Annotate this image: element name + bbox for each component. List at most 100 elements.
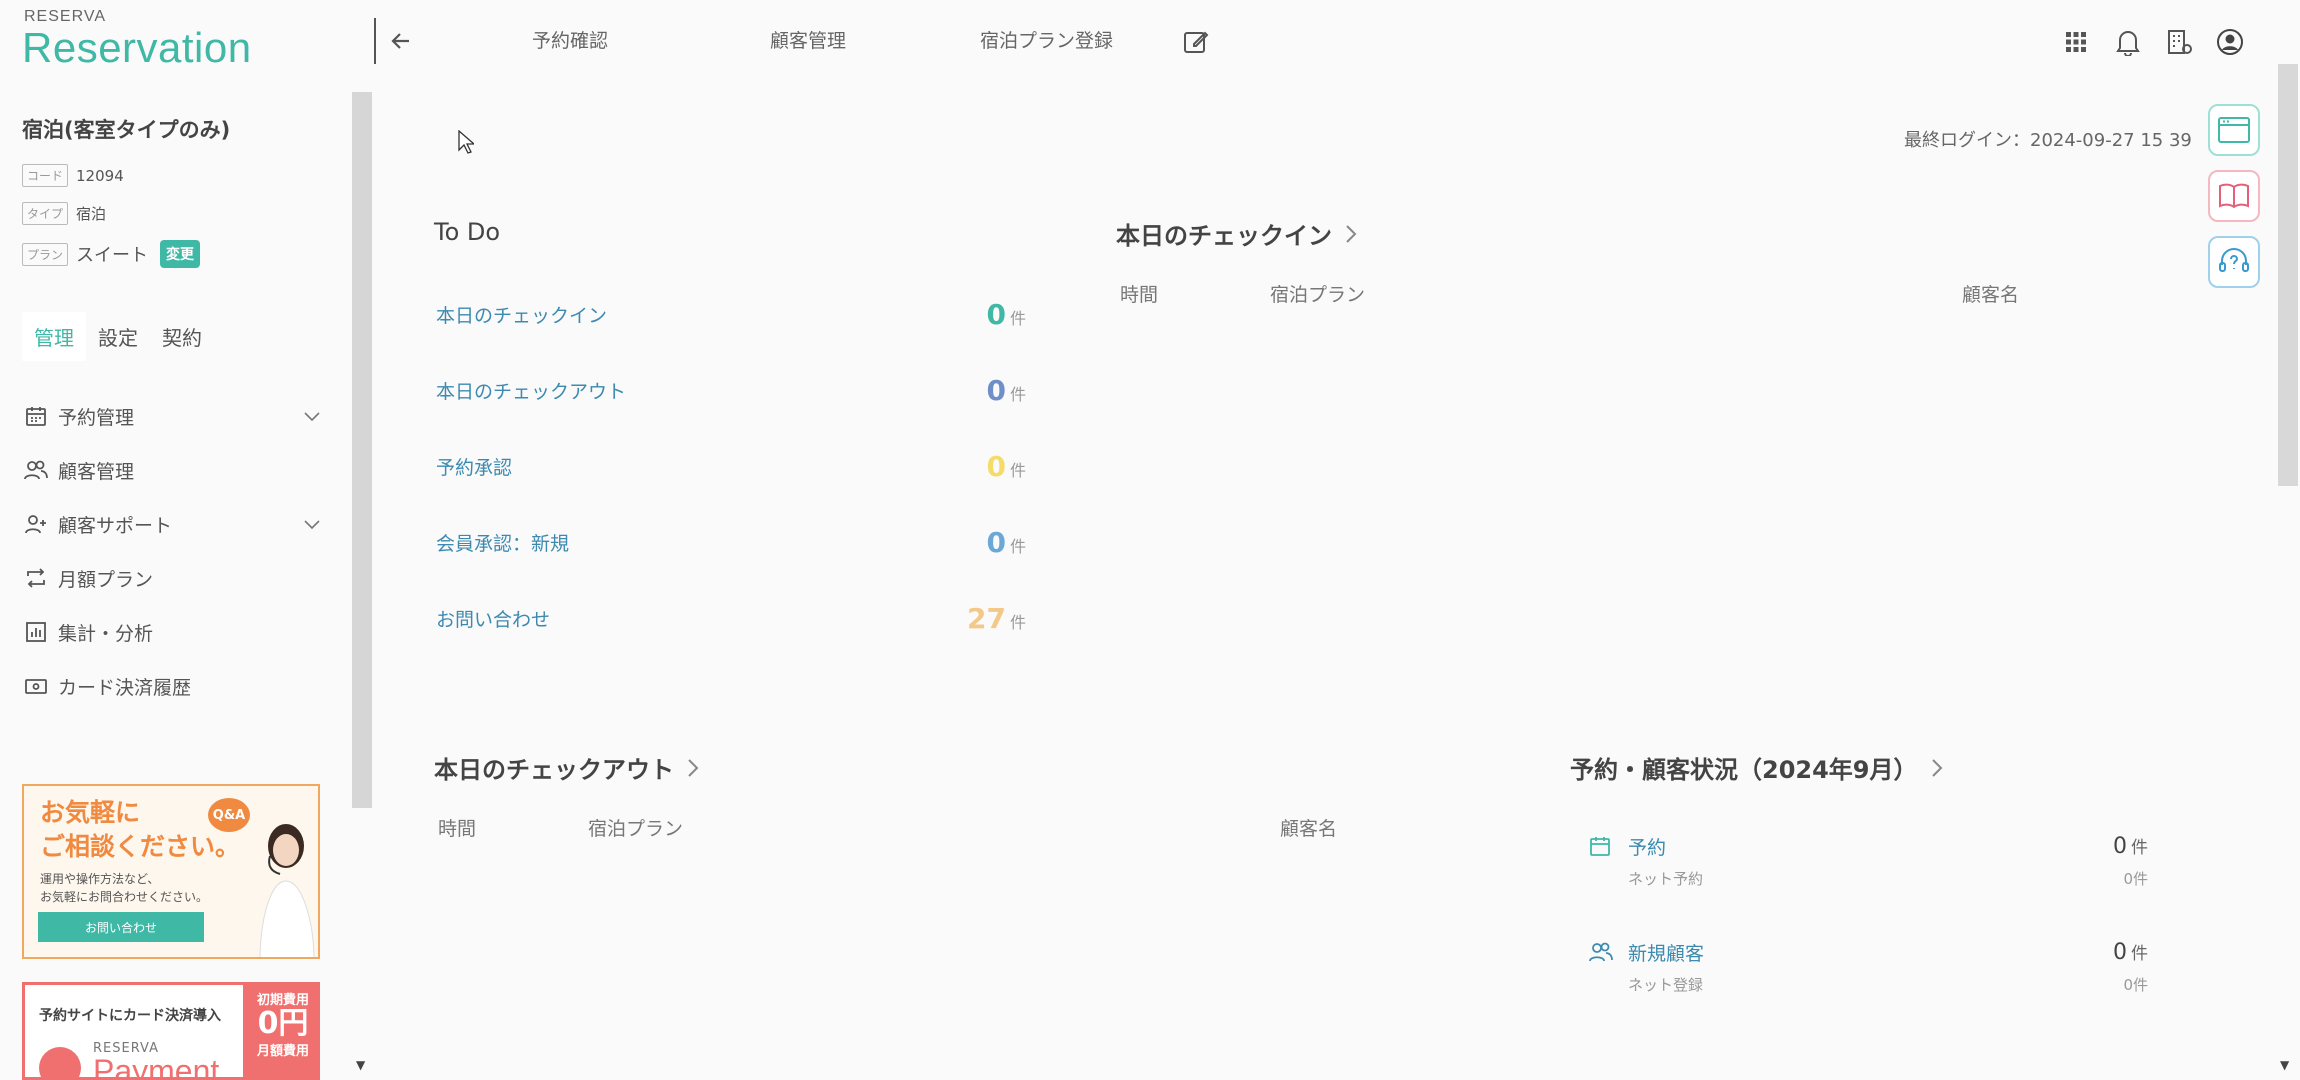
plan-row: プラン スイート 変更 <box>22 240 201 268</box>
calendar-icon <box>22 402 50 430</box>
todo-unit: 件 <box>1009 460 1026 480</box>
sidebar-item-label: 予約管理 <box>58 406 135 429</box>
edit-icon[interactable] <box>1182 28 1210 60</box>
checkout-col-time: 時間 <box>438 818 477 840</box>
user-plus-icon <box>22 510 50 538</box>
sidebar-scrollbar[interactable] <box>352 92 372 808</box>
status-title: 予約・顧客状況（2024年9月） <box>1570 756 1918 784</box>
user-icon[interactable] <box>2214 26 2246 58</box>
sidebar-item-card-payment-history[interactable]: カード決済履歴 <box>22 666 322 706</box>
checkout-col-plan: 宿泊プラン <box>588 818 684 840</box>
todo-item-member-approval[interactable]: 会員承認：新規 0件 <box>436 522 1026 562</box>
mouse-cursor-icon <box>458 130 474 154</box>
tab-settings[interactable]: 設定 <box>86 312 150 361</box>
status-sub-label: ネット予約 <box>1628 869 1704 888</box>
card-icon <box>39 1047 81 1077</box>
todo-title: To Do <box>434 218 501 246</box>
status-label[interactable]: 予約 <box>1628 833 1666 860</box>
payment-brand-name: Payment <box>93 1053 220 1080</box>
sidebar-item-customer-support[interactable]: 顧客サポート <box>22 504 322 544</box>
payment-card-icon <box>22 672 50 700</box>
checkout-col-customer: 顧客名 <box>1280 818 1338 840</box>
tab-contract[interactable]: 契約 <box>150 312 214 361</box>
todo-item-reservation-approval[interactable]: 予約承認 0件 <box>436 446 1026 486</box>
change-plan-button[interactable]: 変更 <box>160 240 201 268</box>
browser-window-icon[interactable] <box>2208 104 2260 156</box>
contact-button[interactable]: お問い合わせ <box>38 912 204 942</box>
code-value: 12094 <box>76 166 124 185</box>
main-scroll-down-icon[interactable]: ▼ <box>2280 1058 2289 1072</box>
repeat-icon <box>22 564 50 592</box>
sidebar-item-label: カード決済履歴 <box>58 676 192 699</box>
nav-reservation-confirm[interactable]: 予約確認 <box>532 26 608 53</box>
checkin-title: 本日のチェックイン <box>1116 222 1332 250</box>
qa-badge: Q&A <box>208 798 250 832</box>
checkin-col-time: 時間 <box>1120 284 1159 306</box>
todo-item-inquiries[interactable]: お問い合わせ 27 件 <box>436 598 1026 638</box>
users-icon <box>22 456 50 484</box>
sidebar-item-analytics[interactable]: 集計・分析 <box>22 612 322 652</box>
checkin-col-customer: 顧客名 <box>1962 284 2020 306</box>
bell-icon[interactable] <box>2112 26 2144 58</box>
sidebar-item-monthly-plan[interactable]: 月額プラン <box>22 558 322 598</box>
chevron-down-icon <box>302 514 322 539</box>
status-sub-value: 0件 <box>2123 975 2148 994</box>
todo-value: 27 <box>967 601 1006 635</box>
status-value: 0 <box>2113 940 2127 965</box>
chevron-down-icon <box>302 406 322 431</box>
tab-management[interactable]: 管理 <box>22 312 86 361</box>
todo-unit: 件 <box>1009 308 1026 328</box>
plan-tag: プラン <box>22 242 69 266</box>
plan-title: 宿泊(客室タイプのみ) <box>22 118 231 142</box>
checkout-section-link[interactable]: 本日のチェックアウト <box>434 750 700 785</box>
status-row-reservations: 予約 0件 ネット予約 0件 <box>1588 828 2148 892</box>
logo[interactable]: Reservation <box>22 24 252 72</box>
grid-icon[interactable] <box>2060 26 2092 58</box>
nav-stay-plan-register[interactable]: 宿泊プラン登録 <box>980 26 1113 53</box>
todo-unit: 件 <box>1009 612 1026 632</box>
contact-banner-subtext: 運用や操作方法など、 お気軽にお問合わせください。 <box>40 872 209 904</box>
book-icon[interactable] <box>2208 170 2260 222</box>
users-icon <box>1588 940 1616 964</box>
chevron-right-icon <box>688 758 699 777</box>
sidebar-item-label: 顧客サポート <box>58 514 173 537</box>
status-label[interactable]: 新規顧客 <box>1628 939 1704 966</box>
plan-value: スイート <box>76 245 149 266</box>
todo-label: 本日のチェックアウト <box>436 380 627 403</box>
arrow-left-icon <box>391 33 409 49</box>
todo-value: 0 <box>986 297 1006 331</box>
chevron-right-icon <box>1346 224 1357 243</box>
building-settings-icon[interactable] <box>2164 26 2196 58</box>
todo-item-checkout[interactable]: 本日のチェックアウト 0件 <box>436 370 1026 410</box>
sidebar-scroll-down-icon[interactable]: ▼ <box>356 1058 365 1072</box>
status-row-new-customers: 新規顧客 0件 ネット登録 0件 <box>1588 934 2148 998</box>
status-section-link[interactable]: 予約・顧客状況（2024年9月） <box>1570 750 1944 785</box>
sidebar-item-reservation-management[interactable]: 予約管理 <box>22 396 322 436</box>
sidebar-item-label: 月額プラン <box>58 568 154 591</box>
payment-banner-headline: 予約サイトにカード決済導入 <box>39 1008 221 1024</box>
status-sub-label: ネット登録 <box>1628 975 1704 994</box>
payment-fee-panel: 初期費用 0円 月額費用 <box>243 985 317 1077</box>
code-row: コード 12094 <box>22 164 124 187</box>
todo-value: 0 <box>986 373 1006 407</box>
sidebar-item-label: 集計・分析 <box>58 622 154 645</box>
collapse-sidebar-button[interactable] <box>384 24 418 58</box>
todo-unit: 件 <box>1009 536 1026 556</box>
checkin-section-link[interactable]: 本日のチェックイン <box>1116 216 1358 251</box>
main-scrollbar[interactable] <box>2278 64 2298 486</box>
sidebar-item-customer-management[interactable]: 顧客管理 <box>22 450 322 490</box>
type-value: 宿泊 <box>76 205 107 223</box>
todo-item-checkin[interactable]: 本日のチェックイン 0件 <box>436 294 1026 334</box>
checkin-col-plan: 宿泊プラン <box>1270 284 1366 306</box>
support-headset-icon[interactable] <box>2208 236 2260 288</box>
contact-banner[interactable]: お気軽に ご相談ください。 Q&A 運用や操作方法など、 お気軽にお問合わせくだ… <box>22 784 320 959</box>
status-unit: 件 <box>2131 944 2148 964</box>
todo-unit: 件 <box>1009 384 1026 404</box>
payment-banner[interactable]: 予約サイトにカード決済導入 RESERVA Payment 初期費用 0円 月額… <box>22 982 320 1080</box>
todo-label: お問い合わせ <box>436 608 551 631</box>
nav-customer-management[interactable]: 顧客管理 <box>770 26 846 53</box>
code-tag: コード <box>22 164 69 187</box>
todo-label: 本日のチェックイン <box>436 304 608 327</box>
header-divider <box>374 18 376 64</box>
support-operator-illustration <box>259 824 315 957</box>
